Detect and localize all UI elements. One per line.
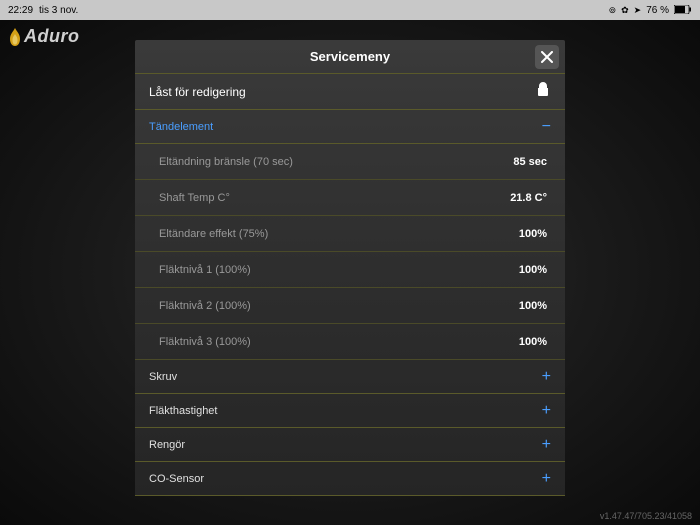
param-row[interactable]: Fläktnivå 1 (100%) 100% <box>135 252 565 288</box>
service-menu-panel: Servicemeny Låst för redigering Tändelem… <box>135 40 565 496</box>
panel-header: Servicemeny <box>135 40 565 74</box>
section-rengor[interactable]: Rengör + <box>135 428 565 462</box>
param-row[interactable]: Shaft Temp C° 21.8 C° <box>135 180 565 216</box>
battery-percent: 76 % <box>646 5 669 16</box>
param-value: 100% <box>519 336 547 348</box>
wifi-icon: ⊚ <box>609 5 617 16</box>
lock-icon <box>535 81 551 102</box>
panel-title: Servicemeny <box>310 49 390 64</box>
status-date: tis 3 nov. <box>39 5 78 16</box>
flame-icon <box>8 28 22 46</box>
param-row[interactable]: Eltändare effekt (75%) 100% <box>135 216 565 252</box>
section-title: Fläkthastighet <box>149 405 217 417</box>
lock-row[interactable]: Låst för redigering <box>135 74 565 110</box>
param-value: 100% <box>519 228 547 240</box>
app-body: Aduro Servicemeny Låst för redigering Tä… <box>0 20 700 525</box>
expand-icon: + <box>542 368 551 386</box>
section-title: Rengör <box>149 439 185 451</box>
param-label: Eltändare effekt (75%) <box>159 228 268 240</box>
status-time: 22:29 <box>8 5 33 16</box>
sync-icon: ✿ <box>621 5 629 16</box>
close-button[interactable] <box>535 45 559 69</box>
expand-icon: + <box>542 470 551 488</box>
lock-label: Låst för redigering <box>149 85 246 99</box>
brand-logo: Aduro <box>8 26 80 47</box>
collapse-icon: − <box>542 118 551 136</box>
param-row[interactable]: Fläktnivå 2 (100%) 100% <box>135 288 565 324</box>
section-tandelement[interactable]: Tändelement − <box>135 110 565 144</box>
param-row[interactable]: Fläktnivå 3 (100%) 100% <box>135 324 565 360</box>
status-bar: 22:29 tis 3 nov. ⊚ ✿ ➤ 76 % <box>0 0 700 20</box>
section-title: Tändelement <box>149 121 213 133</box>
param-value: 100% <box>519 264 547 276</box>
version-label: v1.47.47/705.23/41058 <box>600 511 692 521</box>
section-title: Skruv <box>149 371 177 383</box>
expand-icon: + <box>542 436 551 454</box>
location-icon: ➤ <box>634 5 642 16</box>
section-cosensor[interactable]: CO-Sensor + <box>135 462 565 496</box>
section-title: CO-Sensor <box>149 473 204 485</box>
param-label: Fläktnivå 2 (100%) <box>159 300 251 312</box>
param-value: 85 sec <box>513 156 547 168</box>
expand-icon: + <box>542 402 551 420</box>
param-label: Fläktnivå 3 (100%) <box>159 336 251 348</box>
param-value: 21.8 C° <box>510 192 547 204</box>
close-icon <box>541 51 553 63</box>
param-row[interactable]: Eltändning bränsle (70 sec) 85 sec <box>135 144 565 180</box>
battery-icon <box>674 5 692 16</box>
param-label: Eltändning bränsle (70 sec) <box>159 156 293 168</box>
param-label: Shaft Temp C° <box>159 192 230 204</box>
section-skruv[interactable]: Skruv + <box>135 360 565 394</box>
param-value: 100% <box>519 300 547 312</box>
param-label: Fläktnivå 1 (100%) <box>159 264 251 276</box>
section-flakthastighet[interactable]: Fläkthastighet + <box>135 394 565 428</box>
brand-name: Aduro <box>24 26 80 47</box>
